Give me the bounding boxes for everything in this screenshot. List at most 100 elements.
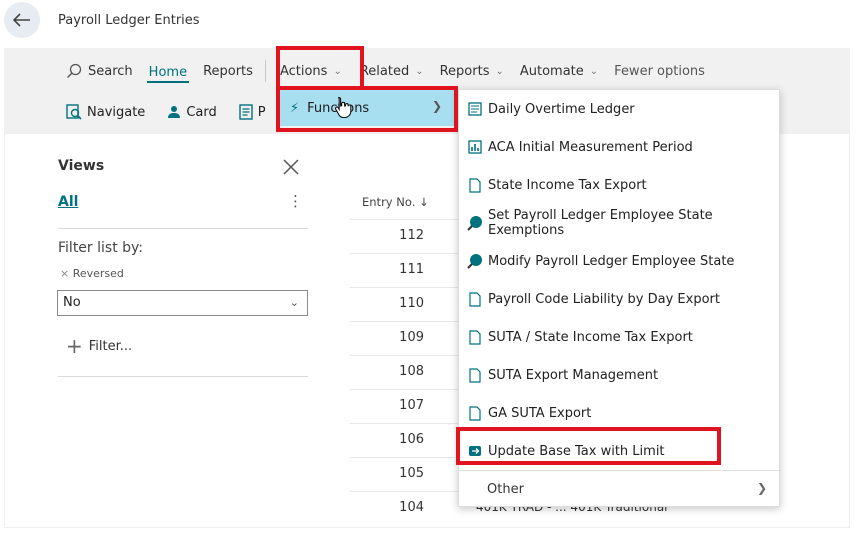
document-icon bbox=[467, 177, 483, 193]
menu-item-label: Modify Payroll Ledger Employee State bbox=[488, 253, 735, 269]
report-icon bbox=[467, 101, 483, 117]
tab-home[interactable]: Home bbox=[146, 59, 190, 83]
document-icon bbox=[467, 329, 483, 345]
chevron-down-icon: ⌄ bbox=[495, 65, 504, 77]
menu-item-label: ACA Initial Measurement Period bbox=[488, 139, 693, 155]
menu-item-other[interactable]: Other ❯ bbox=[459, 470, 781, 508]
bar-chart-icon bbox=[467, 139, 483, 155]
entry-no-cell: 105 bbox=[399, 466, 424, 481]
table-row[interactable]: 105 bbox=[350, 457, 460, 491]
top-bar: Payroll Ledger Entries bbox=[0, 0, 864, 48]
views-title: Views bbox=[58, 158, 105, 174]
automate-menu[interactable]: Automate ⌄ bbox=[512, 56, 606, 86]
document-icon bbox=[467, 367, 483, 383]
table-row[interactable]: 110 bbox=[350, 287, 460, 321]
menu-item-label: State Income Tax Export bbox=[488, 177, 647, 193]
entry-no-cell: 108 bbox=[399, 364, 424, 379]
close-icon bbox=[283, 159, 299, 175]
highlight-update-base-tax bbox=[456, 427, 721, 465]
actions-bar: Navigate Card P bbox=[66, 98, 288, 126]
entry-no-cell: 106 bbox=[399, 432, 424, 447]
menu-item-suta-export-management[interactable]: SUTA Export Management bbox=[459, 356, 781, 394]
menu-item-label: SUTA Export Management bbox=[488, 367, 659, 383]
menu-item-modify-employee-state[interactable]: Modify Payroll Ledger Employee State bbox=[459, 242, 781, 280]
partial-action-button[interactable]: P bbox=[239, 104, 266, 120]
fewer-options-button[interactable]: Fewer options bbox=[606, 56, 713, 86]
add-filter-label: Filter... bbox=[88, 338, 133, 354]
views-panel: Views All ⋮ bbox=[58, 158, 308, 210]
tab-reports[interactable]: Reports bbox=[195, 56, 261, 86]
plus-icon: + bbox=[66, 334, 83, 358]
filter-label: Filter list by: bbox=[58, 240, 144, 256]
chevron-right-icon: ❯ bbox=[756, 481, 767, 495]
navigate-icon bbox=[66, 104, 82, 120]
table-row[interactable]: 104 bbox=[350, 491, 460, 525]
globe-edit-icon bbox=[467, 215, 483, 231]
entry-no-column-header[interactable]: Entry No. ↓ bbox=[362, 195, 429, 209]
automate-label: Automate bbox=[519, 63, 584, 79]
highlight-actions bbox=[276, 46, 364, 90]
menu-item-label: Daily Overtime Ledger bbox=[488, 101, 635, 117]
table-row[interactable]: 109 bbox=[350, 321, 460, 355]
menu-divider bbox=[264, 60, 266, 82]
entry-no-cell: 112 bbox=[399, 228, 424, 243]
menu-item-label: Payroll Code Liability by Day Export bbox=[488, 291, 720, 307]
search-label: Search bbox=[88, 63, 133, 79]
menu-item-set-employee-state-exemptions[interactable]: Set Payroll Ledger Employee State Exempt… bbox=[459, 204, 781, 242]
reports-label: Reports bbox=[439, 63, 490, 79]
views-divider bbox=[58, 228, 308, 229]
filter-chip-reversed[interactable]: × Reversed bbox=[60, 267, 124, 280]
entry-no-cell: 110 bbox=[399, 296, 424, 311]
filter-divider bbox=[58, 376, 308, 377]
card-button[interactable]: Card bbox=[167, 104, 217, 120]
add-filter-button[interactable]: + Filter... bbox=[66, 334, 133, 358]
entry-no-cell: 109 bbox=[399, 330, 424, 345]
document-icon bbox=[467, 405, 483, 421]
card-label: Card bbox=[186, 104, 217, 120]
menu-item-daily-overtime-ledger[interactable]: Daily Overtime Ledger bbox=[459, 90, 781, 128]
entry-no-cell: 104 bbox=[399, 500, 424, 515]
view-all-link[interactable]: All bbox=[58, 194, 78, 210]
reports-menu[interactable]: Reports ⌄ bbox=[432, 56, 512, 86]
chevron-down-icon: ⌄ bbox=[289, 296, 299, 309]
menu-item-suta-state-income-tax-export[interactable]: SUTA / State Income Tax Export bbox=[459, 318, 781, 356]
menu-item-label: SUTA / State Income Tax Export bbox=[488, 329, 693, 345]
more-options-icon[interactable]: ⋮ bbox=[288, 192, 303, 210]
menu-item-label: GA SUTA Export bbox=[488, 405, 592, 421]
back-arrow-icon bbox=[13, 13, 30, 27]
search-icon bbox=[67, 63, 82, 78]
filter-select-value: No bbox=[63, 295, 81, 310]
page-title: Payroll Ledger Entries bbox=[58, 13, 200, 28]
chevron-down-icon: ⌄ bbox=[589, 65, 599, 77]
menu-item-state-income-tax-export[interactable]: State Income Tax Export bbox=[459, 166, 781, 204]
hand-cursor-icon bbox=[335, 96, 352, 118]
back-button[interactable] bbox=[4, 2, 40, 38]
table-row[interactable]: 108 bbox=[350, 355, 460, 389]
other-label: Other bbox=[487, 481, 524, 497]
navigate-label: Navigate bbox=[87, 104, 146, 120]
table-row[interactable]: 112 bbox=[350, 219, 460, 253]
table-row[interactable]: 106 bbox=[350, 423, 460, 457]
report-icon bbox=[239, 104, 253, 120]
remove-filter-icon[interactable]: × bbox=[60, 267, 69, 280]
menu-item-label: Set Payroll Ledger Employee State Exempt… bbox=[488, 208, 713, 238]
globe-edit-icon bbox=[467, 253, 483, 269]
navigate-button[interactable]: Navigate bbox=[66, 104, 145, 120]
document-icon bbox=[467, 291, 483, 307]
chevron-down-icon: ⌄ bbox=[415, 65, 424, 77]
menu-item-code-liability-export[interactable]: Payroll Code Liability by Day Export bbox=[459, 280, 781, 318]
filter-chip-label: Reversed bbox=[72, 267, 124, 280]
entry-no-cell: 111 bbox=[399, 262, 424, 277]
highlight-functions bbox=[276, 86, 458, 132]
action-menubar: Search Home Reports Actions ⌄ Related ⌄ … bbox=[58, 56, 713, 86]
reversed-filter-select[interactable]: No ⌄ bbox=[57, 290, 308, 316]
close-views-button[interactable] bbox=[282, 158, 304, 180]
table-row[interactable]: 107 bbox=[350, 389, 460, 423]
partial-action-label: P bbox=[257, 104, 266, 120]
menu-item-aca-initial-measurement[interactable]: ACA Initial Measurement Period bbox=[459, 128, 781, 166]
table-row[interactable]: 111 bbox=[350, 253, 460, 287]
person-icon bbox=[168, 106, 181, 118]
entry-no-cell: 107 bbox=[399, 398, 424, 413]
related-label: Related bbox=[359, 63, 410, 79]
search-button[interactable]: Search bbox=[58, 56, 141, 86]
